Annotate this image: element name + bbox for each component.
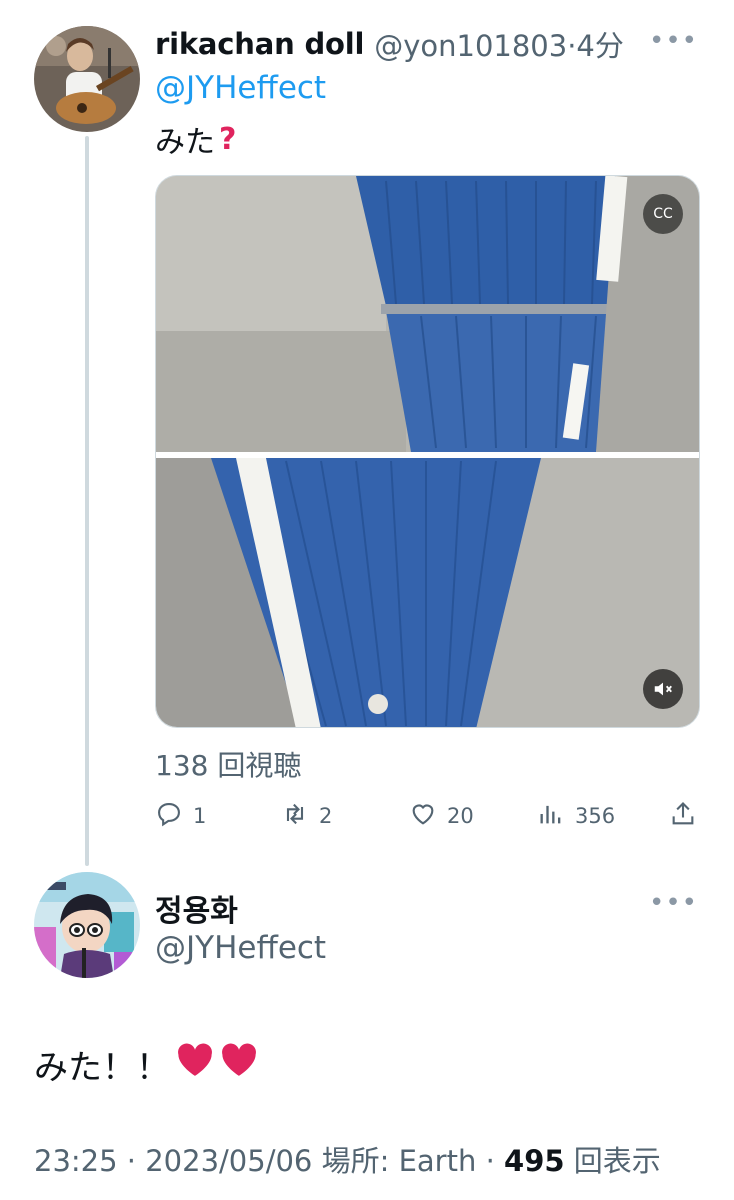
like-button[interactable]: 20 xyxy=(409,798,474,834)
red-heart-icon xyxy=(220,1042,258,1087)
avatar-jyheffect[interactable] xyxy=(34,872,140,978)
tweet-meta: 23:25 · 2023/05/06 場所: Earth · 495 回表示 xyxy=(34,1138,661,1180)
red-heart-icon xyxy=(176,1042,214,1087)
main-tweet-text: みた！！ xyxy=(34,1040,258,1089)
author-handle-time[interactable]: @yon101803·4分 xyxy=(374,23,624,65)
share-button[interactable] xyxy=(669,798,697,834)
mute-icon[interactable] xyxy=(643,669,683,709)
author-name[interactable]: rikachan doll xyxy=(155,27,364,61)
share-icon xyxy=(669,800,697,833)
retweet-button[interactable]: 2 xyxy=(281,798,332,834)
main-author-name[interactable]: 정용화 xyxy=(155,886,238,930)
tweet-action-bar: 1 2 20 356 xyxy=(155,798,700,834)
video-player[interactable]: CC xyxy=(155,175,700,728)
reply-tweet-header: rikachan doll @yon101803·4分 xyxy=(155,24,694,64)
reply-tweet-text: みた ? xyxy=(155,117,236,161)
tweet-view-suffix: 回表示 xyxy=(564,1144,661,1178)
reply-text: みた xyxy=(155,125,215,160)
like-count: 20 xyxy=(447,804,474,828)
video-view-count: 138 回視聴 xyxy=(155,749,302,782)
tweet-view-count[interactable]: 495 xyxy=(504,1144,565,1178)
red-question-mark-icon: ? xyxy=(219,121,237,157)
reply-count: 1 xyxy=(193,804,207,828)
main-text: みた！！ xyxy=(34,1048,170,1088)
retweet-icon xyxy=(281,800,309,833)
bar-chart-icon xyxy=(537,800,565,833)
tweet-timestamp-location: 23:25 · 2023/05/06 場所: Earth · xyxy=(34,1144,505,1178)
more-options-icon[interactable]: ••• xyxy=(649,888,698,918)
captions-icon[interactable]: CC xyxy=(643,194,683,234)
reply-mention-link[interactable]: @JYHeffect xyxy=(155,70,326,106)
reply-button[interactable]: 1 xyxy=(155,798,206,834)
reply-icon xyxy=(155,800,183,833)
view-count: 356 xyxy=(575,804,616,828)
avatar-rikachan[interactable] xyxy=(34,26,140,132)
heart-outline-icon xyxy=(409,800,437,833)
retweet-count: 2 xyxy=(319,804,333,828)
more-options-icon[interactable]: ••• xyxy=(649,26,698,56)
analytics-button[interactable]: 356 xyxy=(537,798,615,834)
thread-connector-line xyxy=(85,136,89,866)
main-author-handle[interactable]: @JYHeffect xyxy=(155,930,326,966)
